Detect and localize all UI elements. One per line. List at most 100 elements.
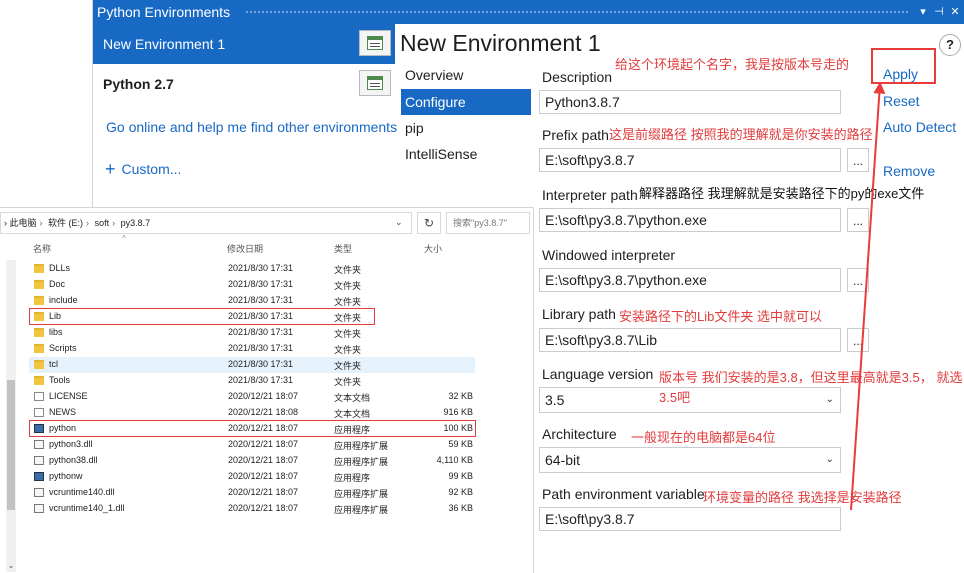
file-date: 2021/8/30 17:31: [228, 359, 294, 369]
tab-intellisense[interactable]: IntelliSense: [401, 141, 531, 167]
architecture-value: 64-bit: [545, 452, 581, 468]
pin-icon[interactable]: ⊣: [931, 0, 947, 24]
file-row[interactable]: vcruntime140_1.dll 2020/12/21 18:07 应用程序扩展…: [29, 501, 475, 517]
file-size: 99 KB: [448, 471, 473, 481]
breadcrumb-item[interactable]: soft: [95, 218, 110, 228]
breadcrumb-separator-icon: ›: [86, 218, 90, 228]
chevron-down-icon: ⌄: [825, 394, 834, 405]
file-type: 文件夹: [334, 345, 362, 355]
application-icon: [34, 472, 44, 481]
reset-button[interactable]: Reset: [883, 93, 920, 109]
file-row[interactable]: Doc 2021/8/30 17:31 文件夹: [29, 277, 475, 293]
tab-pip[interactable]: pip: [401, 115, 531, 141]
address-bar[interactable]: › 此电脑 › 软件 (E:) › soft › py3.8.7: [0, 212, 412, 234]
remove-button[interactable]: Remove: [883, 163, 935, 179]
file-row[interactable]: Scripts 2021/8/30 17:31 文件夹: [29, 341, 475, 357]
file-date: 2020/12/21 18:07: [228, 391, 299, 401]
interpreter-path-browse-button[interactable]: ...: [847, 208, 869, 232]
architecture-select[interactable]: 64-bit ⌄: [539, 447, 841, 473]
dll-file-icon: [34, 456, 44, 465]
file-type: 应用程序: [334, 473, 371, 483]
go-online-link[interactable]: Go online and help me find other environ…: [106, 119, 397, 135]
window-title: Python Environments: [97, 4, 231, 20]
scrollbar-thumb[interactable]: [7, 380, 15, 510]
column-header-date[interactable]: 修改日期: [227, 242, 263, 255]
annotation-prefix: 这是前缀路径 按照我的理解就是你安装的路径: [609, 127, 873, 142]
windowed-interpreter-browse-button[interactable]: ...: [847, 268, 869, 292]
file-date: 2020/12/21 18:07: [228, 455, 299, 465]
file-name: vcruntime140_1.dll: [49, 503, 125, 513]
file-name: vcruntime140.dll: [49, 487, 115, 497]
interpreter-path-input[interactable]: E:\soft\py3.8.7\python.exe: [539, 208, 841, 232]
file-type: 文件夹: [334, 329, 362, 339]
auto-detect-button[interactable]: Auto Detect: [883, 119, 956, 135]
environment-title: New Environment 1: [400, 30, 601, 56]
file-row[interactable]: NEWS 2020/12/21 18:08 文本文档 916 KB: [29, 405, 475, 421]
file-row[interactable]: include 2021/8/30 17:31 文件夹: [29, 293, 475, 309]
env-item-new-environment-1[interactable]: New Environment 1: [93, 24, 395, 64]
address-dropdown-icon[interactable]: ⌄: [395, 212, 403, 232]
file-row[interactable]: pythonw 2020/12/21 18:07 应用程序 99 KB: [29, 469, 475, 485]
file-name: Scripts: [49, 343, 77, 353]
annotation-path-env: 环境变量的路径 我选择是安装路径: [703, 490, 902, 505]
help-icon[interactable]: ?: [939, 34, 961, 56]
file-row[interactable]: vcruntime140.dll 2020/12/21 18:07 应用程序扩展 92…: [29, 485, 475, 501]
apply-button[interactable]: Apply: [883, 66, 918, 82]
annotation-version-2: 3.5吧: [659, 390, 691, 405]
file-type: 文件夹: [334, 361, 362, 371]
refresh-icon[interactable]: ↻: [417, 212, 441, 234]
file-row[interactable]: tcl 2021/8/30 17:31 文件夹: [29, 357, 475, 373]
environment-window-icon[interactable]: [359, 30, 391, 56]
dll-file-icon: [34, 504, 44, 513]
column-header-name[interactable]: 名称: [33, 242, 51, 255]
breadcrumb-item[interactable]: 软件 (E:): [48, 218, 83, 228]
file-date: 2021/8/30 17:31: [228, 343, 294, 353]
custom-environment-link[interactable]: + Custom...: [105, 159, 181, 180]
close-icon[interactable]: ✕: [947, 0, 963, 24]
file-type: 文件夹: [334, 281, 362, 291]
file-type: 应用程序扩展: [334, 441, 389, 451]
file-size: 36 KB: [448, 503, 473, 513]
file-size: 59 KB: [448, 439, 473, 449]
file-row[interactable]: python3.dll 2020/12/21 18:07 应用程序扩展 59 KB: [29, 437, 475, 453]
windowed-interpreter-input[interactable]: E:\soft\py3.8.7\python.exe: [539, 268, 841, 292]
language-version-label: Language version: [542, 366, 654, 382]
file-name: DLLs: [49, 263, 71, 273]
file-name: tcl: [49, 359, 58, 369]
scroll-down-icon[interactable]: ⌄: [6, 561, 16, 570]
file-date: 2021/8/30 17:31: [228, 263, 294, 273]
file-row[interactable]: DLLs 2021/8/30 17:31 文件夹: [29, 261, 475, 277]
breadcrumb-item[interactable]: 此电脑: [10, 218, 37, 228]
prefix-path-browse-button[interactable]: ...: [847, 148, 869, 172]
file-row[interactable]: Tools 2021/8/30 17:31 文件夹: [29, 373, 475, 389]
breadcrumb-item[interactable]: py3.8.7: [121, 218, 151, 228]
highlight-box: [29, 308, 375, 325]
vertical-scrollbar[interactable]: ⌄: [6, 260, 16, 572]
file-type: 文本文档: [334, 409, 371, 419]
library-path-input[interactable]: E:\soft\py3.8.7\Lib: [539, 328, 841, 352]
path-env-var-input[interactable]: E:\soft\py3.8.7: [539, 507, 841, 531]
file-row[interactable]: libs 2021/8/30 17:31 文件夹: [29, 325, 475, 341]
breadcrumb-lead-icon: ›: [4, 218, 7, 228]
environment-window-icon[interactable]: [359, 70, 391, 96]
tab-configure[interactable]: Configure: [401, 89, 531, 115]
description-input[interactable]: Python3.8.7: [539, 90, 841, 114]
file-row[interactable]: python38.dll 2020/12/21 18:07 应用程序扩展 4,110 …: [29, 453, 475, 469]
file-name: Doc: [49, 279, 66, 289]
dll-file-icon: [34, 440, 44, 449]
env-item-python-2-7[interactable]: Python 2.7: [93, 64, 395, 104]
tab-overview[interactable]: Overview: [401, 62, 531, 88]
prefix-path-input[interactable]: E:\soft\py3.8.7: [539, 148, 841, 172]
column-header-type[interactable]: 类型: [334, 242, 352, 255]
search-input[interactable]: 搜索"py3.8.7": [446, 212, 530, 234]
file-name: Tools: [49, 375, 71, 385]
annotation-description: 给这个环境起个名字，我是按版本号走的: [615, 57, 850, 72]
file-name: include: [49, 295, 78, 305]
file-row[interactable]: LICENSE 2020/12/21 18:07 文本文档 32 KB: [29, 389, 475, 405]
window-menu-icon[interactable]: ▾: [915, 0, 931, 24]
column-header-size[interactable]: 大小: [424, 242, 442, 255]
dll-file-icon: [34, 488, 44, 497]
file-type: 应用程序扩展: [334, 489, 389, 499]
library-path-browse-button[interactable]: ...: [847, 328, 869, 352]
folder-icon: [34, 264, 44, 273]
